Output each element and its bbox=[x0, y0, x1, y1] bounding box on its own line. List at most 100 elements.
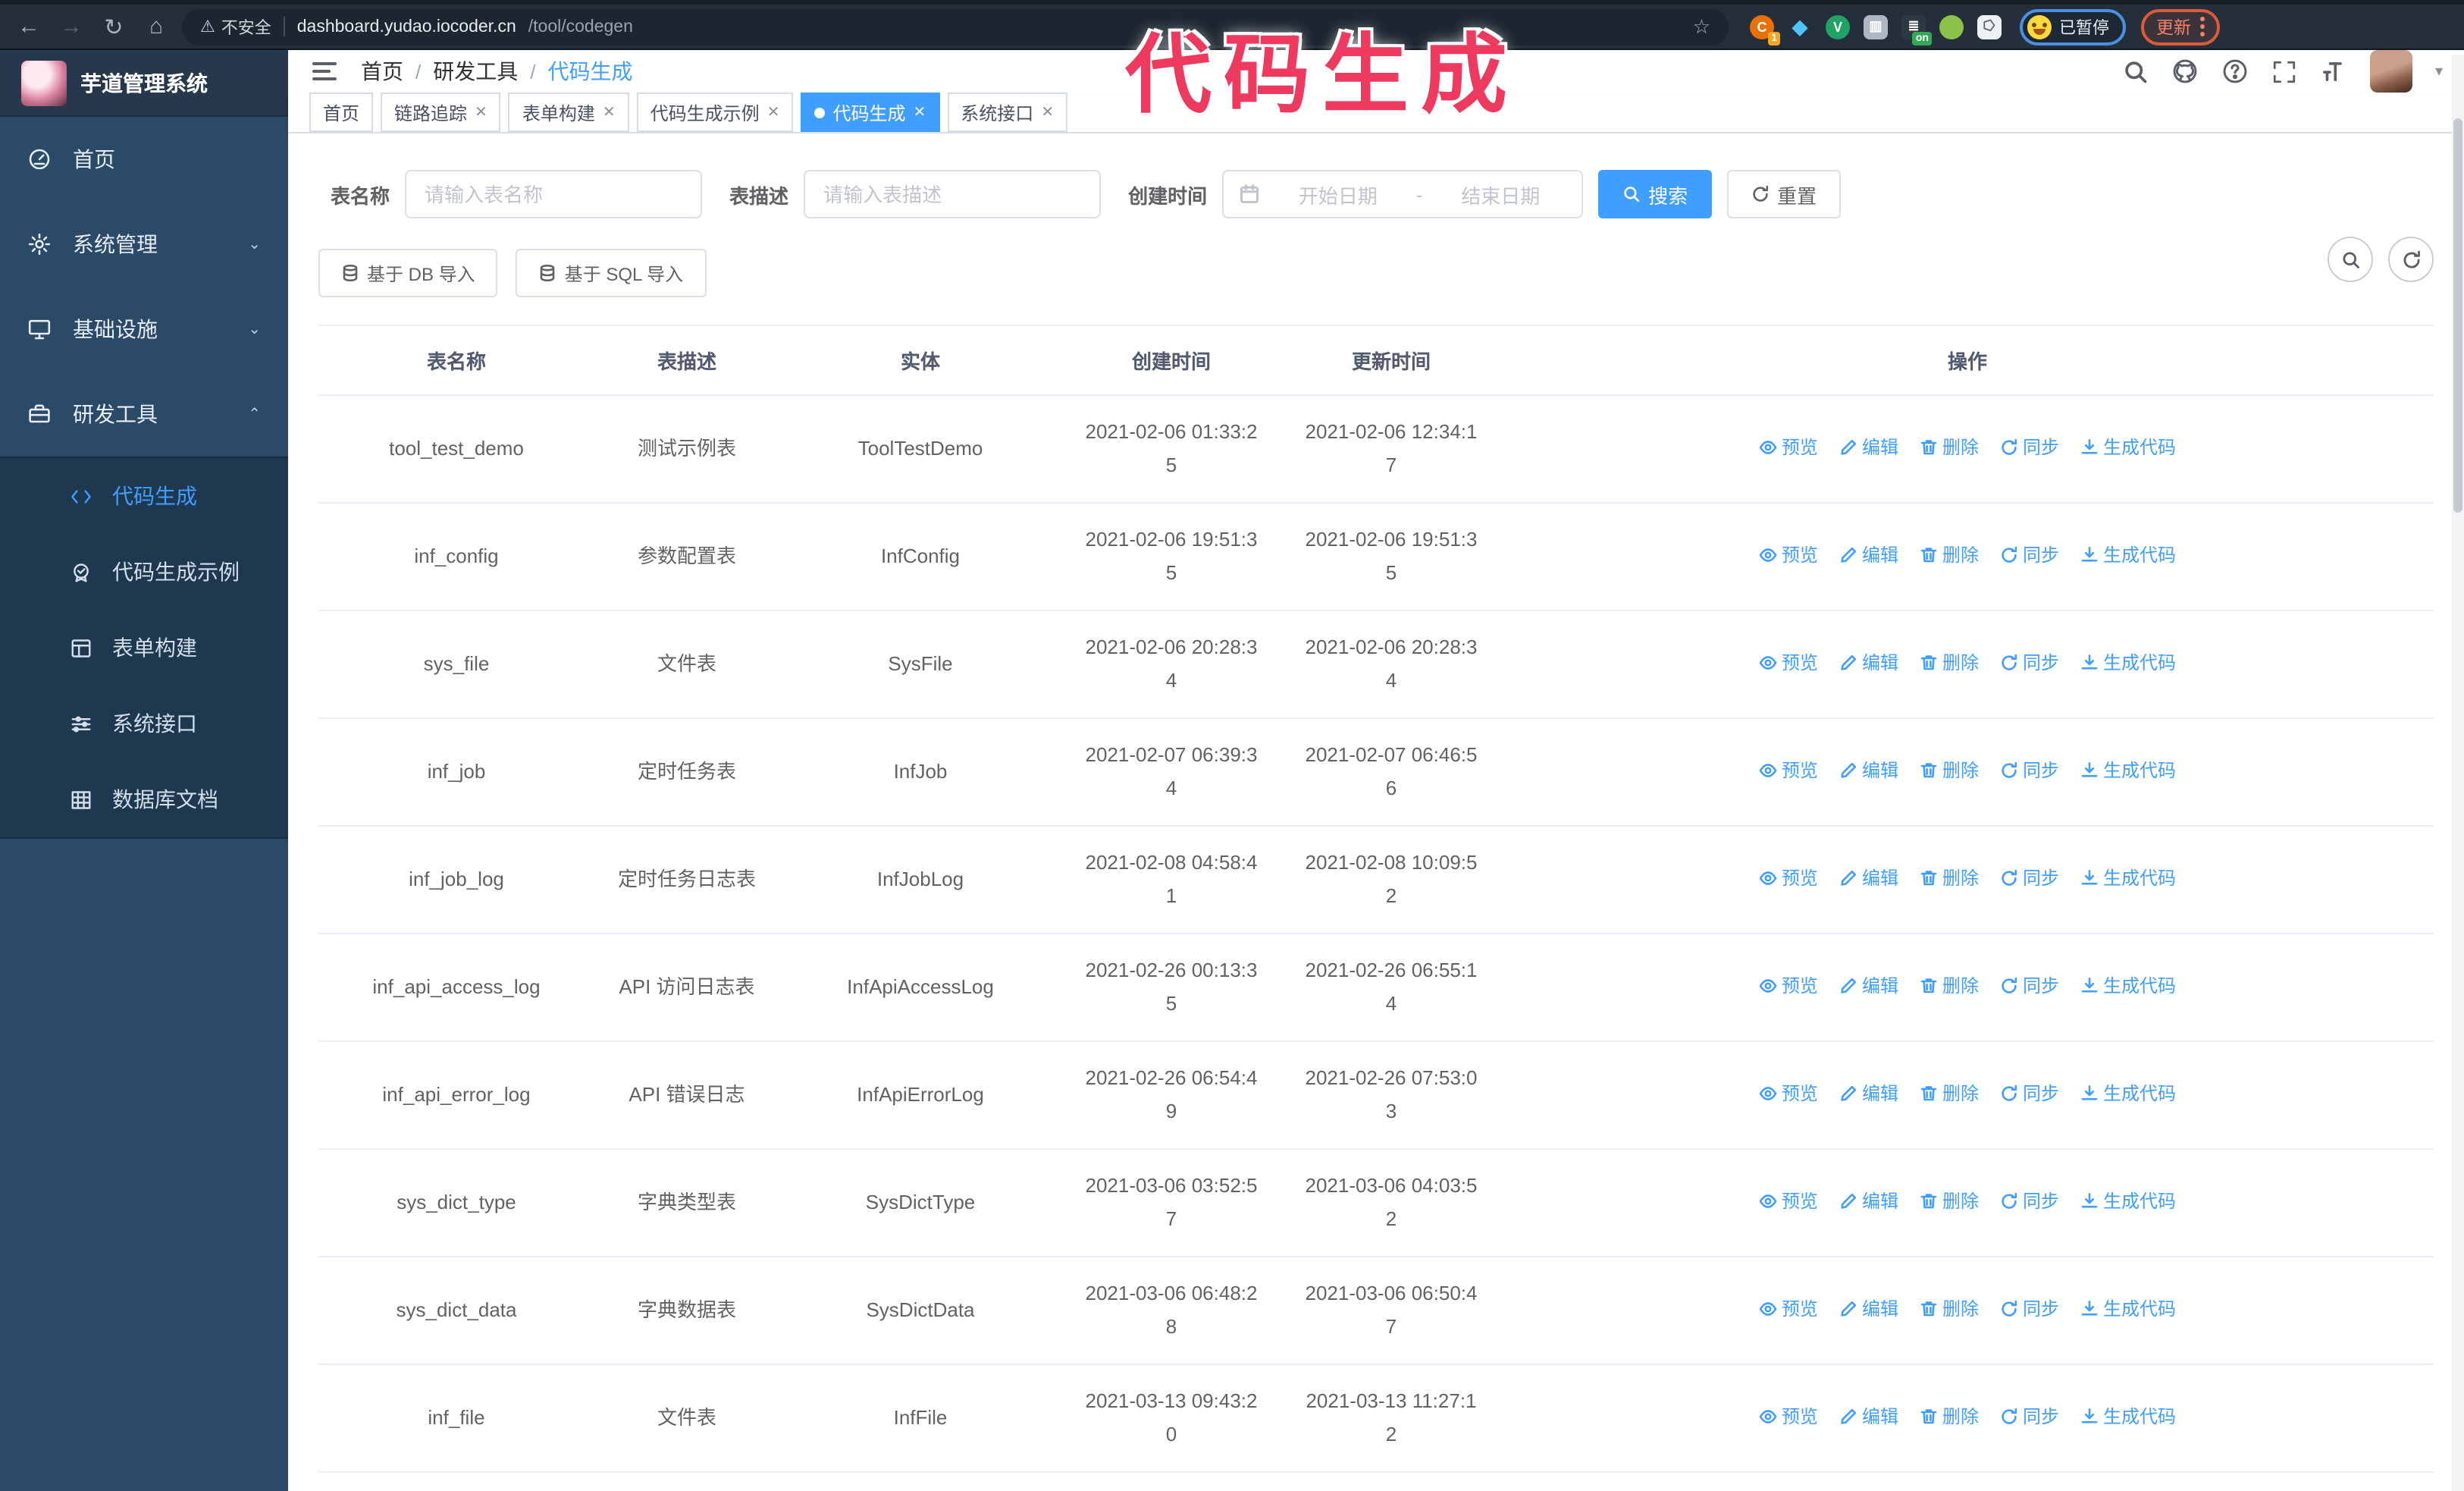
close-icon[interactable]: ✕ bbox=[914, 104, 926, 121]
delete-link[interactable]: 删除 bbox=[1920, 1078, 1979, 1109]
sidebar-item-api[interactable]: 系统接口 bbox=[0, 686, 288, 761]
edit-link[interactable]: 编辑 bbox=[1839, 1294, 1898, 1324]
preview-link[interactable]: 预览 bbox=[1759, 1186, 1818, 1216]
tab-form-builder[interactable]: 表单构建 ✕ bbox=[508, 93, 629, 132]
generate-code-link[interactable]: 生成代码 bbox=[2080, 1186, 2176, 1216]
tab-codegen[interactable]: 代码生成 ✕ bbox=[801, 93, 940, 132]
extension-icon-dark-on[interactable]: ≣ on bbox=[1901, 14, 1932, 45]
reload-icon[interactable]: ↻ bbox=[97, 10, 130, 43]
import-sql-button[interactable]: 基于 SQL 导入 bbox=[516, 249, 707, 297]
extension-icon-green-v[interactable]: V bbox=[1826, 14, 1850, 39]
edit-link[interactable]: 编辑 bbox=[1839, 432, 1898, 463]
delete-link[interactable]: 删除 bbox=[1920, 1186, 1979, 1216]
edit-link[interactable]: 编辑 bbox=[1839, 1186, 1898, 1216]
generate-code-link[interactable]: 生成代码 bbox=[2080, 863, 2176, 893]
avatar-caret-down-icon[interactable]: ▾ bbox=[2435, 63, 2443, 80]
sidebar-item-infra[interactable]: 基础设施 ⌄ bbox=[0, 287, 288, 372]
browser-update-button[interactable]: 更新 bbox=[2141, 8, 2220, 45]
edit-link[interactable]: 编辑 bbox=[1839, 755, 1898, 786]
edit-link[interactable]: 编辑 bbox=[1839, 1078, 1898, 1109]
preview-link[interactable]: 预览 bbox=[1759, 1078, 1818, 1109]
sidebar-item-db-doc[interactable]: 数据库文档 bbox=[0, 761, 288, 837]
sync-link[interactable]: 同步 bbox=[2000, 648, 2059, 678]
preview-link[interactable]: 预览 bbox=[1759, 540, 1818, 570]
sidebar-item-form-builder[interactable]: 表单构建 bbox=[0, 610, 288, 686]
bookmark-star-icon[interactable]: ☆ bbox=[1693, 14, 1710, 39]
edit-link[interactable]: 编辑 bbox=[1839, 540, 1898, 570]
sync-link[interactable]: 同步 bbox=[2000, 1078, 2059, 1109]
sidebar-item-codegen-demo[interactable]: 代码生成示例 bbox=[0, 534, 288, 610]
preview-link[interactable]: 预览 bbox=[1759, 1294, 1818, 1324]
table-desc-input[interactable] bbox=[804, 170, 1102, 218]
reset-button[interactable]: 重置 bbox=[1727, 170, 1842, 218]
table-name-input[interactable] bbox=[405, 170, 703, 218]
breadcrumb-home[interactable]: 首页 bbox=[361, 56, 403, 86]
toggle-search-button[interactable] bbox=[2328, 237, 2373, 282]
sidebar-item-codegen[interactable]: 代码生成 bbox=[0, 458, 288, 534]
generate-code-link[interactable]: 生成代码 bbox=[2080, 1294, 2176, 1324]
extension-icon-columns[interactable]: ▥ bbox=[1864, 14, 1888, 39]
sync-link[interactable]: 同步 bbox=[2000, 432, 2059, 463]
preview-link[interactable]: 预览 bbox=[1759, 863, 1818, 893]
header-search-icon[interactable] bbox=[2123, 58, 2149, 84]
generate-code-link[interactable]: 生成代码 bbox=[2080, 540, 2176, 570]
refresh-table-button[interactable] bbox=[2388, 237, 2434, 282]
forward-icon[interactable]: → bbox=[55, 10, 88, 43]
edit-link[interactable]: 编辑 bbox=[1839, 1402, 1898, 1432]
generate-code-link[interactable]: 生成代码 bbox=[2080, 1078, 2176, 1109]
sidebar-item-system[interactable]: 系统管理 ⌄ bbox=[0, 202, 288, 287]
tab-codegen-demo[interactable]: 代码生成示例 ✕ bbox=[636, 93, 794, 132]
date-range-picker[interactable]: 开始日期 - 结束日期 bbox=[1222, 170, 1584, 218]
delete-link[interactable]: 删除 bbox=[1920, 432, 1979, 463]
extension-icon-monkey[interactable] bbox=[1939, 14, 1964, 39]
delete-link[interactable]: 删除 bbox=[1920, 1294, 1979, 1324]
search-button[interactable]: 搜索 bbox=[1598, 170, 1713, 218]
preview-link[interactable]: 预览 bbox=[1759, 971, 1818, 1001]
sync-link[interactable]: 同步 bbox=[2000, 755, 2059, 786]
browser-menu-icon[interactable] bbox=[2200, 17, 2205, 36]
preview-link[interactable]: 预览 bbox=[1759, 648, 1818, 678]
tab-tracing[interactable]: 链路追踪 ✕ bbox=[381, 93, 501, 132]
sync-link[interactable]: 同步 bbox=[2000, 863, 2059, 893]
edit-link[interactable]: 编辑 bbox=[1839, 863, 1898, 893]
preview-link[interactable]: 预览 bbox=[1759, 755, 1818, 786]
home-icon[interactable]: ⌂ bbox=[140, 10, 173, 43]
sync-link[interactable]: 同步 bbox=[2000, 1186, 2059, 1216]
extensions-puzzle-icon[interactable]: ⭔ bbox=[1977, 14, 2002, 39]
close-icon[interactable]: ✕ bbox=[767, 104, 780, 121]
scrollbar-thumb[interactable] bbox=[2453, 118, 2462, 513]
breadcrumb-devtools[interactable]: 研发工具 bbox=[433, 56, 518, 86]
close-icon[interactable]: ✕ bbox=[1041, 104, 1054, 121]
preview-link[interactable]: 预览 bbox=[1759, 1402, 1818, 1432]
generate-code-link[interactable]: 生成代码 bbox=[2080, 755, 2176, 786]
tab-home[interactable]: 首页 bbox=[309, 93, 374, 132]
github-icon[interactable] bbox=[2171, 58, 2199, 85]
back-icon[interactable]: ← bbox=[12, 10, 45, 43]
close-icon[interactable]: ✕ bbox=[475, 104, 487, 121]
security-warning[interactable]: ⚠ 不安全 bbox=[200, 14, 271, 39]
sidebar-item-home[interactable]: 首页 bbox=[0, 117, 288, 202]
delete-link[interactable]: 删除 bbox=[1920, 863, 1979, 893]
delete-link[interactable]: 删除 bbox=[1920, 971, 1979, 1001]
generate-code-link[interactable]: 生成代码 bbox=[2080, 971, 2176, 1001]
sync-link[interactable]: 同步 bbox=[2000, 540, 2059, 570]
sidebar-item-devtools[interactable]: 研发工具 ⌃ bbox=[0, 372, 288, 457]
app-logo-bar[interactable]: 芋道管理系统 bbox=[0, 50, 288, 117]
delete-link[interactable]: 删除 bbox=[1920, 648, 1979, 678]
generate-code-link[interactable]: 生成代码 bbox=[2080, 432, 2176, 463]
close-icon[interactable]: ✕ bbox=[603, 104, 616, 121]
help-icon[interactable] bbox=[2221, 58, 2249, 85]
edit-link[interactable]: 编辑 bbox=[1839, 648, 1898, 678]
sync-link[interactable]: 同步 bbox=[2000, 1402, 2059, 1432]
delete-link[interactable]: 删除 bbox=[1920, 755, 1979, 786]
generate-code-link[interactable]: 生成代码 bbox=[2080, 648, 2176, 678]
sync-link[interactable]: 同步 bbox=[2000, 971, 2059, 1001]
tab-api[interactable]: 系统接口 ✕ bbox=[947, 93, 1068, 132]
delete-link[interactable]: 删除 bbox=[1920, 540, 1979, 570]
profile-chip[interactable]: 已暂停 bbox=[2020, 8, 2126, 45]
delete-link[interactable]: 删除 bbox=[1920, 1402, 1979, 1432]
generate-code-link[interactable]: 生成代码 bbox=[2080, 1402, 2176, 1432]
preview-link[interactable]: 预览 bbox=[1759, 432, 1818, 463]
fullscreen-icon[interactable] bbox=[2271, 58, 2297, 84]
page-scrollbar[interactable] bbox=[2452, 55, 2464, 1491]
